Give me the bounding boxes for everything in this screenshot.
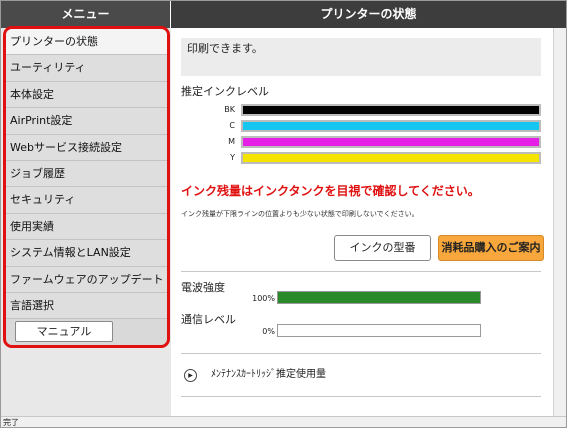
ink-bar [241, 120, 541, 132]
signal-strength-bar [277, 291, 481, 304]
sidebar-item[interactable]: ユーティリティ [6, 55, 167, 82]
scrollbar[interactable] [554, 28, 566, 416]
sidebar-item[interactable]: セキュリティ [6, 187, 167, 214]
sidebar-item[interactable]: AirPrint設定 [6, 108, 167, 135]
manual-button[interactable]: マニュアル [15, 321, 113, 342]
sidebar-item[interactable]: プリンターの状態 [6, 29, 167, 56]
ink-label: BK [224, 105, 235, 114]
sidebar-item[interactable]: Webサービス接続設定 [6, 134, 167, 161]
main-panel: 印刷できます。 推定インクレベル BK C M Y インク残量はインクタンクを目視で確… [171, 28, 554, 416]
sidebar-item[interactable]: ジョブ履歴 [6, 160, 167, 188]
status-bar: 完了 [1, 416, 566, 427]
sidebar-item[interactable]: ファームウェアのアップデート [6, 266, 167, 293]
divider [181, 353, 541, 354]
ink-bar [241, 152, 541, 164]
menu-title: メニュー [61, 7, 110, 21]
menu-header: メニュー [1, 1, 170, 28]
maintenance-cartridge-toggle[interactable]: ﾒﾝﾃﾅﾝｽｶｰﾄﾘｯｼﾞ推定使用量 [211, 369, 326, 381]
page-header: プリンターの状態 [171, 1, 566, 28]
comm-level-value: 0% [262, 327, 275, 336]
page-title: プリンターの状態 [320, 7, 417, 21]
sidebar-menu-list: プリンターの状態 ユーティリティ 本体設定 AirPrint設定 Webサービス接続設定… [6, 29, 167, 320]
sidebar-item[interactable]: 言語選択 [6, 292, 167, 320]
divider [181, 396, 541, 397]
ink-warning-message: インク残量はインクタンクを目視で確認してください。 [181, 184, 480, 198]
divider [181, 271, 541, 272]
signal-strength-value: 100% [252, 294, 275, 303]
sidebar-item[interactable]: システム情報とLAN設定 [6, 240, 167, 267]
ink-bar [241, 104, 541, 116]
expand-arrow-icon[interactable]: ▶ [184, 369, 197, 382]
ink-level-title: 推定インクレベル [181, 85, 269, 98]
sidebar-item[interactable]: 使用実績 [6, 213, 167, 241]
comm-level-bar [277, 324, 481, 337]
status-message: 印刷できます。 [181, 38, 541, 76]
signal-strength-fill [278, 292, 480, 303]
sidebar-menu-highlight: プリンターの状態 ユーティリティ 本体設定 AirPrint設定 Webサービス接続設定… [3, 26, 170, 348]
ink-bar [241, 136, 541, 148]
ink-warning-note: インク残量が下限ラインの位置よりも少ない状態で印刷しないでください。 [181, 210, 419, 218]
signal-strength-title: 電波強度 [181, 281, 225, 294]
sidebar-item[interactable]: 本体設定 [6, 81, 167, 109]
ink-model-button[interactable]: インクの型番 [334, 235, 431, 261]
ink-label: C [229, 121, 235, 130]
ink-label: Y [230, 153, 235, 162]
comm-level-title: 通信レベル [181, 313, 236, 326]
ink-label: M [228, 137, 235, 146]
supplies-button[interactable]: 消耗品購入のご案内 [438, 235, 544, 261]
